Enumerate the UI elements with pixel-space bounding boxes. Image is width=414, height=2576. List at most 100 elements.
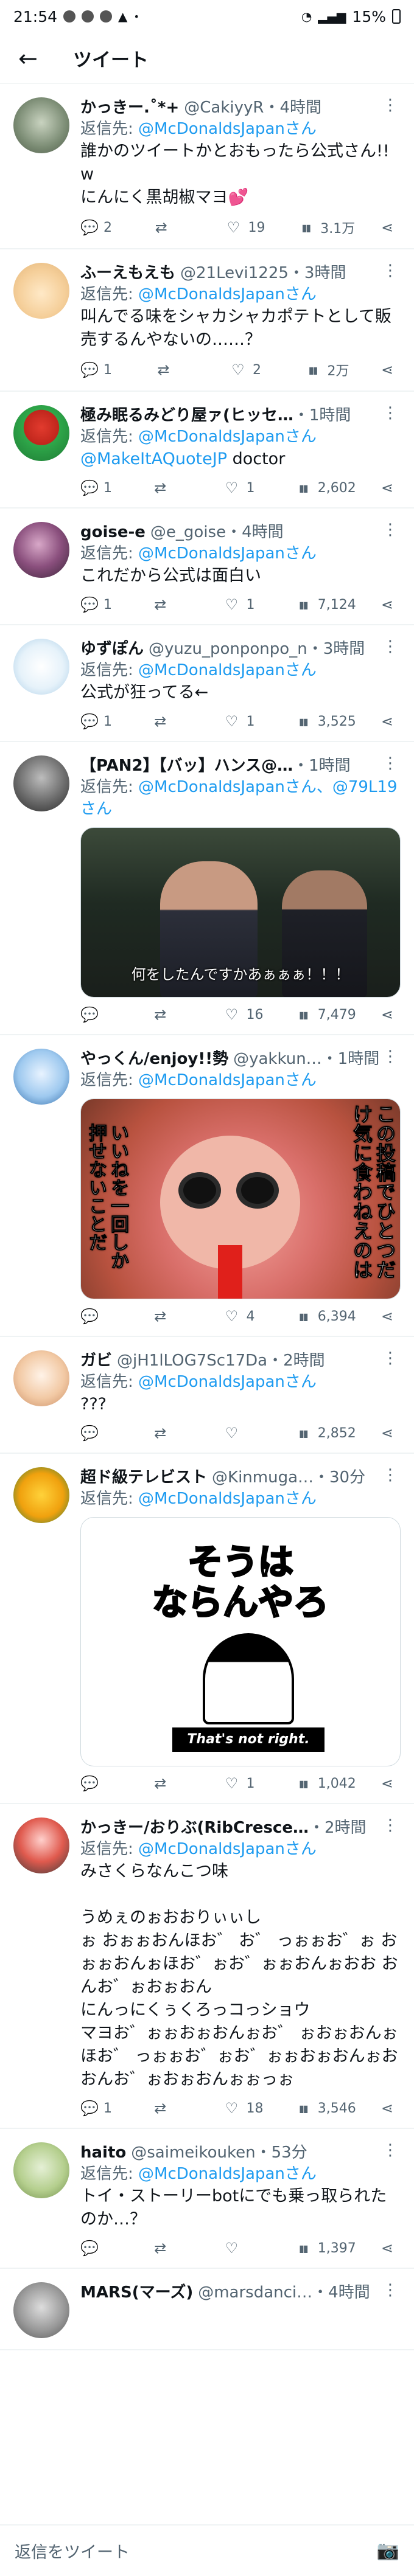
reply-mention-link[interactable]: @McDonaldsJapanさん [138, 661, 317, 679]
share-icon[interactable]: ⋖ [379, 479, 396, 496]
display-name[interactable]: 【PAN2】【バッ】ハンス@… [80, 755, 293, 776]
tweet[interactable]: ⋮ 【PAN2】【バッ】ハンス@… ・1時間 返信先: @McDonaldsJapan… [0, 742, 414, 1035]
share-icon[interactable]: ⋖ [379, 713, 396, 730]
reply-mention-link[interactable]: @McDonaldsJapanさん [138, 1840, 317, 1858]
reply-mention-link[interactable]: @McDonaldsJapanさん [138, 2165, 317, 2183]
share-icon[interactable]: ⋖ [379, 1425, 396, 1442]
like-button[interactable]: ♡ 4 [223, 1308, 272, 1325]
reply-mention-link[interactable]: @McDonaldsJapanさん [138, 1071, 317, 1089]
display-name[interactable]: ガビ [80, 1350, 112, 1371]
like-button[interactable]: ♡ 19 [225, 219, 274, 236]
reply-mention-link[interactable]: @McDonaldsJapanさん [138, 120, 317, 138]
reply-mention-link[interactable]: @McDonaldsJapanさん [138, 1490, 317, 1508]
like-button[interactable]: ♡ 2 [230, 361, 278, 378]
reply-button[interactable]: 💬 1 [80, 361, 129, 378]
avatar[interactable] [13, 639, 69, 695]
views-button[interactable]: ▮▮ 1,397 [295, 2241, 356, 2256]
views-button[interactable]: ▮▮ 2,852 [295, 1426, 356, 1441]
display-name[interactable]: MARS(マーズ) [80, 2282, 193, 2303]
retweet-button[interactable]: ⇄ [152, 2100, 200, 2117]
retweet-button[interactable]: ⇄ [152, 1308, 200, 1325]
views-button[interactable]: ▮▮ 2万 [304, 360, 353, 380]
tweet[interactable]: ⋮ 極み眠るみどり屋ァ(ヒッセ… ・1時間 返信先: @McDonaldsJapanさ… [0, 392, 414, 509]
retweet-button[interactable]: ⇄ [152, 1775, 200, 1792]
reply-mention-link[interactable]: @McDonaldsJapanさん [138, 285, 317, 304]
more-options-icon[interactable]: ⋮ [382, 754, 398, 772]
share-icon[interactable]: ⋖ [379, 596, 396, 613]
reply-button[interactable]: 💬 [80, 1006, 129, 1023]
avatar[interactable] [13, 1817, 69, 1873]
reply-button[interactable]: 💬 1 [80, 479, 129, 496]
tweet[interactable]: ⋮ かっきー.˚*+ @CakiyyR ・4時間 返信先: @McDonaldsJapa… [0, 84, 414, 249]
more-options-icon[interactable]: ⋮ [382, 1047, 398, 1066]
tweet-image[interactable]: そうは ならんやろ That's not right. [80, 1517, 401, 1766]
avatar[interactable] [13, 405, 69, 461]
retweet-button[interactable]: ⇄ [152, 479, 200, 496]
like-button[interactable]: ♡ 1 [223, 1775, 272, 1792]
display-name[interactable]: かっきー.˚*+ [80, 97, 179, 118]
tweet-image[interactable]: この投稿でひとつだけ気に食わねえのは いいねを一回しか押せないことだ [80, 1099, 401, 1299]
tweet[interactable]: ⋮ ガビ @jH1lLOG7Sc17Da ・2時間 返信先: @McDonaldsJap… [0, 1337, 414, 1454]
retweet-button[interactable]: ⇄ [152, 1425, 200, 1442]
views-button[interactable]: ▮▮ 3,546 [295, 2101, 356, 2116]
views-button[interactable]: ▮▮ 7,479 [295, 1007, 356, 1022]
share-icon[interactable]: ⋖ [379, 2100, 396, 2117]
tweet-image[interactable]: 何をしたんですかあぁぁぁ！！！ [80, 827, 401, 998]
like-button[interactable]: ♡ 1 [223, 596, 272, 613]
camera-icon[interactable]: 📷 [377, 2540, 399, 2561]
retweet-button[interactable]: ⇄ [152, 713, 200, 730]
avatar[interactable] [13, 2142, 69, 2198]
views-button[interactable]: ▮▮ 1,042 [295, 1776, 356, 1791]
reply-button[interactable]: 💬 1 [80, 596, 129, 613]
display-name[interactable]: ふーえもえも [80, 263, 175, 283]
reply-button[interactable]: 💬 [80, 1425, 129, 1442]
mention-link[interactable]: @MakeItAQuoteJP [80, 450, 227, 468]
avatar[interactable] [13, 97, 69, 153]
more-options-icon[interactable]: ⋮ [382, 1349, 398, 1367]
tweet[interactable]: ⋮ やっくん/enjoy!!勢 @yakkun… ・1時間 返信先: @McDonald… [0, 1035, 414, 1337]
avatar[interactable] [13, 1049, 69, 1105]
share-icon[interactable]: ⋖ [379, 1775, 396, 1792]
like-button[interactable]: ♡ 1 [223, 713, 272, 730]
retweet-button[interactable]: ⇄ [153, 219, 202, 236]
more-options-icon[interactable]: ⋮ [382, 2281, 398, 2299]
reply-button[interactable]: 💬 2 [80, 219, 129, 236]
display-name[interactable]: 超ド級テレビスト [80, 1467, 207, 1488]
reply-composer-bar[interactable]: 返信をツイート 📷 [0, 2524, 414, 2576]
reply-mention-link[interactable]: @McDonaldsJapanさん [138, 428, 317, 446]
like-button[interactable]: ♡ [223, 1425, 272, 1442]
reply-button[interactable]: 💬 [80, 1308, 129, 1325]
avatar[interactable] [13, 1350, 69, 1406]
tweet[interactable]: ⋮ goise-e @e_goise ・4時間 返信先: @McDonaldsJapan… [0, 509, 414, 625]
tweet[interactable]: ⋮ ふーえもえも @21Levi1225 ・3時間 返信先: @McDonaldsJap… [0, 249, 414, 392]
avatar[interactable] [13, 522, 69, 578]
avatar[interactable] [13, 1467, 69, 1523]
reply-button[interactable]: 💬 1 [80, 713, 129, 730]
views-button[interactable]: ▮▮ 7,124 [295, 597, 356, 613]
avatar[interactable] [13, 2282, 69, 2338]
share-icon[interactable]: ⋖ [379, 361, 396, 378]
share-icon[interactable]: ⋖ [379, 1308, 396, 1325]
reply-button[interactable]: 💬 [80, 2240, 129, 2257]
more-options-icon[interactable]: ⋮ [382, 404, 398, 422]
display-name[interactable]: 極み眠るみどり屋ァ(ヒッセ… [80, 405, 293, 426]
display-name[interactable]: goise-e [80, 522, 146, 543]
retweet-button[interactable]: ⇄ [155, 361, 204, 378]
tweet[interactable]: ⋮ ゆずぽん @yuzu_ponponpo_n ・3時間 返信先: @McDonalds… [0, 625, 414, 742]
more-options-icon[interactable]: ⋮ [382, 262, 398, 280]
tweet[interactable]: ⋮ MARS(マーズ) @marsdanci… ・4時間 [0, 2269, 414, 2350]
reply-mention-link[interactable]: @McDonaldsJapanさん [138, 1373, 317, 1391]
avatar[interactable] [13, 263, 69, 319]
display-name[interactable]: やっくん/enjoy!!勢 [80, 1049, 228, 1069]
share-icon[interactable]: ⋖ [379, 2240, 396, 2257]
retweet-button[interactable]: ⇄ [152, 596, 200, 613]
tweet[interactable]: ⋮ かっきー/おりぶ(RibCresce… ・2時間 返信先: @McDonaldsJ… [0, 1804, 414, 2129]
tweet[interactable]: ⋮ haito @saimeikouken ・53分 返信先: @McDonaldsJa… [0, 2129, 414, 2269]
display-name[interactable]: かっきー/おりぶ(RibCresce… [80, 1817, 309, 1838]
views-button[interactable]: ▮▮ 6,394 [295, 1309, 356, 1324]
tweet[interactable]: ⋮ 超ド級テレビスト @Kinmuga… ・30分 返信先: @McDonaldsJap… [0, 1454, 414, 1804]
more-options-icon[interactable]: ⋮ [382, 96, 398, 114]
retweet-button[interactable]: ⇄ [152, 2240, 200, 2257]
like-button[interactable]: ♡ 18 [223, 2100, 272, 2117]
display-name[interactable]: ゆずぽん [80, 639, 144, 659]
